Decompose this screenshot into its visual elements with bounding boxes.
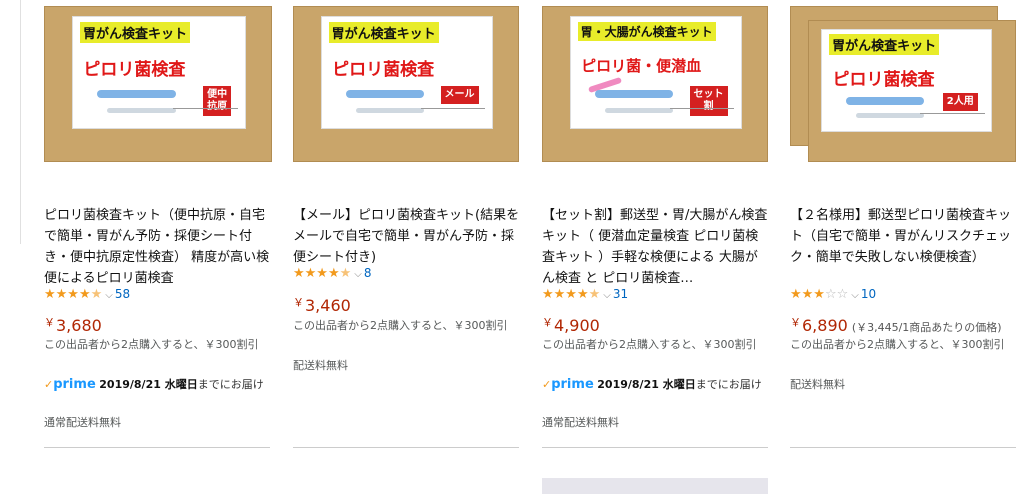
chevron-down-icon[interactable]: ⌵ xyxy=(354,269,362,280)
image-line1: 胃・大腸がん検査キット xyxy=(577,21,716,41)
chevron-down-icon[interactable]: ⌵ xyxy=(105,290,113,301)
product-title-link[interactable]: ピロリ菌検査キット（便中抗原・自宅で簡単・胃がん予防・採便シート付き・便中抗原定… xyxy=(44,205,272,289)
image-line1: 胃がん検査キット xyxy=(829,34,940,56)
price[interactable]: ￥6,890 (￥3,445/1商品あたりの価格) xyxy=(790,314,1002,335)
bulk-discount-note: この出品者から2点購入すると、￥300割引 xyxy=(790,338,1005,351)
image-badge: 2人用 xyxy=(942,92,978,111)
shipping-note: 通常配送料無料 xyxy=(542,416,619,429)
price[interactable]: ￥3,460 xyxy=(293,294,351,315)
prime-check-icon: ✓ xyxy=(44,378,54,391)
star-rating-icon: ★★★★★ xyxy=(293,266,352,281)
review-count-link[interactable]: 8 xyxy=(364,266,372,280)
product-title-link[interactable]: 【セット割】郵送型・胃/大腸がん検査キット（ 便潜血定量検査 ピロリ菌検査キット… xyxy=(542,205,770,289)
product-image[interactable]: 胃がん検査キット ピロリ菌検査 2人用 xyxy=(790,6,1018,162)
card-divider xyxy=(293,447,519,448)
prime-logo: prime xyxy=(551,377,594,392)
bulk-discount-note: この出品者から2点購入すると、￥300割引 xyxy=(44,338,259,351)
image-line2: ピロリ菌検査 xyxy=(83,59,186,80)
product-image[interactable]: 胃・大腸がん検査キット ピロリ菌・便潜血 セット 割 xyxy=(542,6,770,162)
star-rating-icon: ★★★☆☆ xyxy=(790,287,849,302)
prime-delivery: ✓prime 2019/8/21 水曜日までにお届け xyxy=(542,377,762,392)
rating[interactable]: ★★★★★ ⌵ 8 xyxy=(293,266,372,281)
rating[interactable]: ★★★★★ ⌵ 31 xyxy=(542,287,628,302)
review-count-link[interactable]: 10 xyxy=(861,287,876,301)
card-divider xyxy=(790,447,1016,448)
rating[interactable]: ★★★★★ ⌵ 58 xyxy=(44,287,130,302)
image-line2: ピロリ菌・便潜血 xyxy=(581,56,702,75)
unit-price: (￥3,445/1商品あたりの価格) xyxy=(851,321,1002,334)
rating[interactable]: ★★★☆☆ ⌵ 10 xyxy=(790,287,876,302)
image-line1: 胃がん検査キット xyxy=(328,21,439,43)
prime-logo: prime xyxy=(53,377,96,392)
chevron-down-icon[interactable]: ⌵ xyxy=(851,290,859,301)
product-image[interactable]: 胃がん検査キット ピロリ菌検査 メール xyxy=(293,6,521,162)
product-title-link[interactable]: 【メール】ピロリ菌検査キット(結果をメールで自宅で簡単・胃がん予防・採便シート付… xyxy=(293,205,521,268)
image-badge: メール xyxy=(440,85,479,104)
next-row-product-image[interactable] xyxy=(542,478,768,494)
card-divider xyxy=(542,447,768,448)
card-divider xyxy=(44,447,270,448)
product-image[interactable]: 胃がん検査キット ピロリ菌検査 便中 抗原 xyxy=(44,6,272,162)
delivery-date: 2019/8/21 水曜日 xyxy=(99,378,198,391)
shipping-note: 通常配送料無料 xyxy=(44,416,121,429)
image-line2: ピロリ菌検査 xyxy=(332,59,435,80)
price[interactable]: ￥4,900 xyxy=(542,314,600,335)
product-title-link[interactable]: 【２名様用】郵送型ピロリ菌検査キット（自宅で簡単・胃がんリスクチェック・簡単で失… xyxy=(790,205,1018,268)
bulk-discount-note: この出品者から2点購入すると、￥300割引 xyxy=(542,338,757,351)
prime-delivery: ✓prime 2019/8/21 水曜日までにお届け xyxy=(44,377,264,392)
chevron-down-icon[interactable]: ⌵ xyxy=(603,290,611,301)
price[interactable]: ￥3,680 xyxy=(44,314,102,335)
star-rating-icon: ★★★★★ xyxy=(542,287,601,302)
shipping-note: 配送料無料 xyxy=(293,359,348,372)
left-divider xyxy=(20,0,21,244)
delivery-date: 2019/8/21 水曜日 xyxy=(597,378,696,391)
review-count-link[interactable]: 58 xyxy=(115,287,130,301)
shipping-note: 配送料無料 xyxy=(790,378,845,391)
image-line1: 胃がん検査キット xyxy=(79,21,190,43)
star-rating-icon: ★★★★★ xyxy=(44,287,103,302)
review-count-link[interactable]: 31 xyxy=(613,287,628,301)
prime-check-icon: ✓ xyxy=(542,378,552,391)
bulk-discount-note: この出品者から2点購入すると、￥300割引 xyxy=(293,319,508,332)
image-line2: ピロリ菌検査 xyxy=(832,69,935,90)
